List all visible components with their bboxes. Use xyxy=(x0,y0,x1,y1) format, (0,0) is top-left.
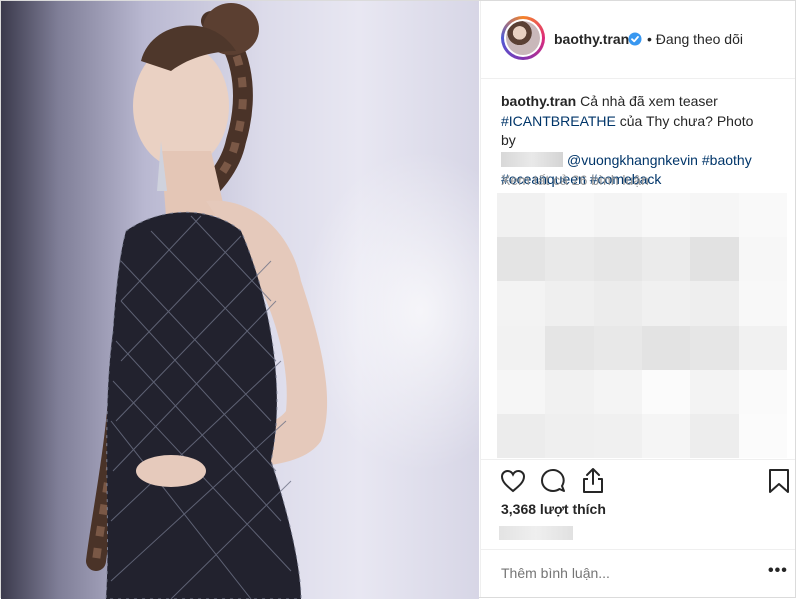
avatar[interactable] xyxy=(501,16,545,60)
blurred-comments xyxy=(497,193,787,458)
hashtag-baothy[interactable]: #baothy xyxy=(702,152,752,168)
caption-text-1: Cả nhà đã xem teaser xyxy=(580,93,718,109)
post-photo[interactable] xyxy=(1,1,479,599)
heart-icon[interactable] xyxy=(500,469,526,493)
instagram-post: baothy.tran • Đang theo dõi baothy.tran … xyxy=(0,0,796,599)
action-bar xyxy=(481,459,795,500)
add-comment-bar: ••• xyxy=(481,549,795,597)
post-header: baothy.tran • Đang theo dõi xyxy=(481,1,795,79)
post-sidebar: baothy.tran • Đang theo dõi baothy.tran … xyxy=(480,1,795,597)
view-all-comments-link[interactable]: Xem tất cả 26 bình luận xyxy=(501,172,649,188)
share-icon[interactable] xyxy=(581,467,605,494)
bookmark-icon[interactable] xyxy=(768,468,790,494)
blurred-mention xyxy=(501,151,563,167)
comment-icon[interactable] xyxy=(540,468,566,494)
hashtag-icantbreathe[interactable]: #ICANTBREATHE xyxy=(501,113,616,129)
comment-input[interactable] xyxy=(501,565,721,581)
verified-badge-icon xyxy=(628,32,642,46)
follow-status[interactable]: • Đang theo dõi xyxy=(647,31,743,47)
blurred-post-date xyxy=(499,526,573,540)
caption-username[interactable]: baothy.tran xyxy=(501,93,576,109)
more-icon[interactable]: ••• xyxy=(768,562,788,580)
mention-link[interactable]: @vuongkhangnkevin xyxy=(567,152,698,168)
photo-figure xyxy=(86,3,328,599)
username-link[interactable]: baothy.tran xyxy=(554,31,629,47)
avatar-image xyxy=(506,21,540,55)
likes-count[interactable]: 3,368 lượt thích xyxy=(501,501,606,517)
